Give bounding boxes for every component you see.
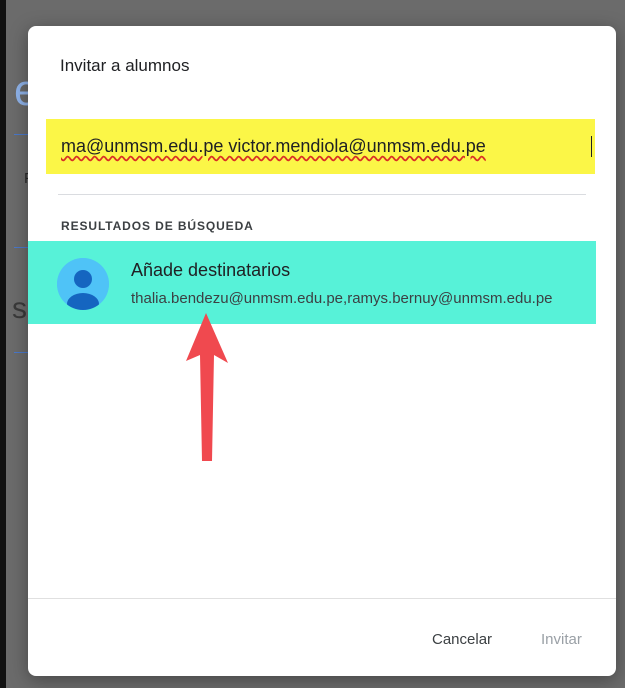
cancel-button[interactable]: Cancelar xyxy=(432,631,492,648)
invite-email-input[interactable]: ma@unmsm.edu.pe victor.mendiola@unmsm.ed… xyxy=(46,119,595,174)
email-input-value[interactable]: ma@unmsm.edu.pe victor.mendiola@unmsm.ed… xyxy=(61,136,486,157)
email-input-text: ma@unmsm.edu.pe victor.mendiola@unmsm.ed… xyxy=(61,136,486,156)
person-avatar-icon xyxy=(57,258,109,310)
result-emails: thalia.bendezu@unmsm.edu.pe,ramys.bernuy… xyxy=(131,290,553,307)
result-title: Añade destinatarios xyxy=(131,260,291,280)
search-results-label: RESULTADOS DE BÚSQUEDA xyxy=(61,219,254,233)
invite-button[interactable]: Invitar xyxy=(541,631,582,648)
search-result-item[interactable]: Añade destinatarios thalia.bendezu@unmsm… xyxy=(28,241,596,324)
footer-divider xyxy=(28,598,616,599)
text-caret xyxy=(591,136,592,157)
red-arrow-up-icon xyxy=(186,313,228,461)
background-partial-text: s xyxy=(12,292,27,325)
invite-students-dialog: Invitar a alumnos ma@unmsm.edu.pe victor… xyxy=(28,26,616,676)
divider xyxy=(58,194,586,195)
dialog-title: Invitar a alumnos xyxy=(60,56,190,75)
